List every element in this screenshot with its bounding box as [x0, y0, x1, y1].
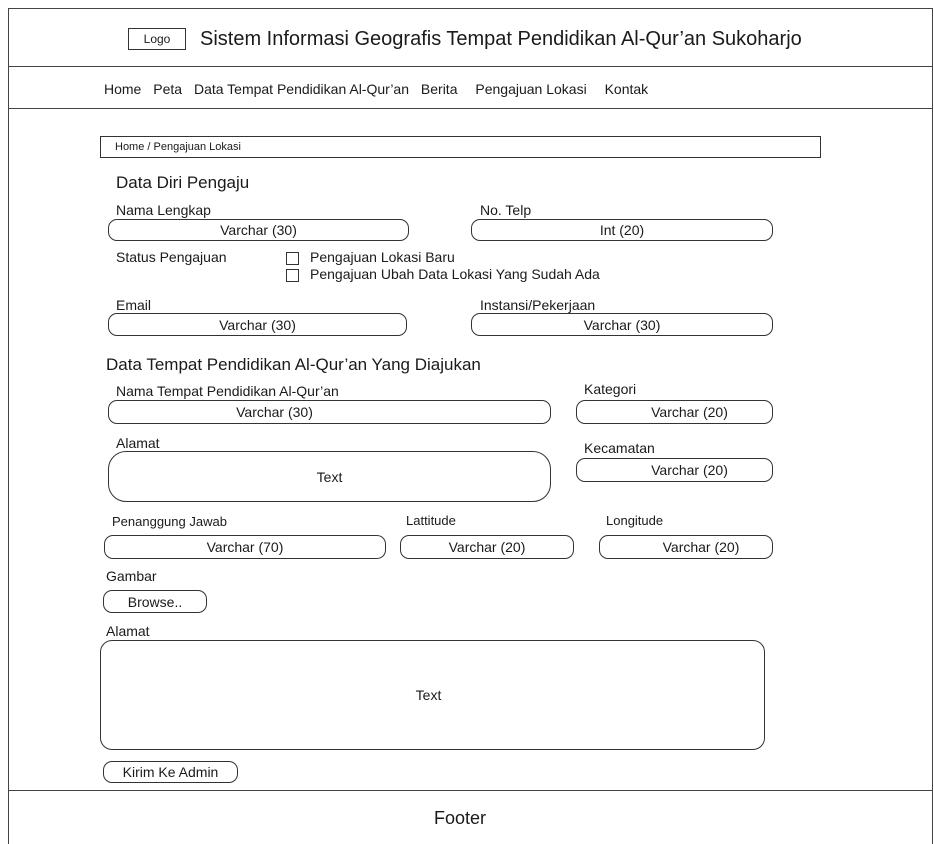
email-value: Varchar (30): [219, 316, 296, 333]
breadcrumb-text[interactable]: Home / Pengajuan Lokasi: [115, 141, 241, 153]
nav-pengajuan-lokasi[interactable]: Pengajuan Lokasi: [475, 81, 586, 97]
kategori-label: Kategori: [584, 381, 637, 397]
kecamatan-label: Kecamatan: [584, 440, 655, 456]
nav-divider: [8, 108, 933, 109]
nav-home[interactable]: Home: [104, 81, 141, 97]
penanggung-jawab-input[interactable]: Varchar (70): [104, 535, 386, 559]
status-pengajuan-label: Status Pengajuan: [116, 249, 227, 265]
no-telp-label: No. Telp: [480, 202, 532, 218]
kategori-select[interactable]: Varchar (20): [576, 400, 773, 424]
email-label: Email: [116, 297, 152, 313]
alamat2-value: Text: [415, 687, 442, 703]
kirim-ke-admin-button[interactable]: Kirim Ke Admin: [103, 761, 238, 783]
gambar-label: Gambar: [106, 568, 157, 584]
footer-divider: [8, 790, 933, 791]
nama-lengkap-label: Nama Lengkap: [116, 202, 211, 218]
kecamatan-value: Varchar (20): [651, 462, 728, 478]
page-title: Sistem Informasi Geografis Tempat Pendid…: [200, 28, 802, 50]
lattitude-label: Lattitude: [406, 513, 456, 528]
alamat-textarea[interactable]: Text: [108, 451, 551, 502]
alamat2-label: Alamat: [106, 623, 150, 639]
kecamatan-select[interactable]: Varchar (20): [576, 458, 773, 482]
longitude-label: Longitude: [606, 513, 664, 528]
instansi-label: Instansi/Pekerjaan: [480, 297, 596, 313]
email-input[interactable]: Varchar (30): [108, 313, 407, 336]
nama-tempat-label: Nama Tempat Pendidikan Al-Qur’an: [116, 383, 339, 399]
checkbox-lokasi-baru[interactable]: [286, 252, 299, 265]
nav-kontak[interactable]: Kontak: [605, 81, 649, 97]
footer-text: Footer: [434, 808, 487, 828]
breadcrumb: Home / Pengajuan Lokasi: [100, 136, 821, 158]
no-telp-input[interactable]: Int (20): [471, 219, 773, 241]
longitude-input[interactable]: Varchar (20): [599, 535, 773, 559]
header-divider: [8, 66, 933, 67]
nama-tempat-value: Varchar (30): [236, 404, 313, 420]
alamat-value: Text: [316, 468, 343, 485]
section-heading-data-tpa: Data Tempat Pendidikan Al-Qur’an Yang Di…: [106, 355, 481, 374]
section-heading-data-diri: Data Diri Pengaju: [116, 173, 250, 192]
alamat-label: Alamat: [116, 435, 160, 451]
kategori-value: Varchar (20): [651, 404, 728, 420]
nama-lengkap-value: Varchar (30): [220, 222, 297, 238]
browse-button-label: Browse..: [127, 593, 183, 610]
logo[interactable]: Logo: [128, 28, 186, 50]
nama-lengkap-input[interactable]: Varchar (30): [108, 219, 409, 241]
lattitude-input[interactable]: Varchar (20): [400, 535, 574, 559]
logo-text: Logo: [143, 32, 171, 46]
checkbox-ubah-data[interactable]: [286, 269, 299, 282]
browse-button[interactable]: Browse..: [103, 590, 207, 613]
instansi-value: Varchar (30): [583, 316, 661, 333]
alamat2-textarea[interactable]: Text: [100, 640, 765, 750]
option-lokasi-baru-label: Pengajuan Lokasi Baru: [310, 249, 455, 265]
nav-data-tpa[interactable]: Data Tempat Pendidikan Al-Qur’an: [194, 81, 409, 97]
kirim-ke-admin-label: Kirim Ke Admin: [122, 764, 219, 780]
lattitude-value: Varchar (20): [448, 539, 526, 555]
instansi-input[interactable]: Varchar (30): [471, 313, 773, 336]
nav-berita[interactable]: Berita: [421, 81, 458, 97]
main-nav: Home Peta Data Tempat Pendidikan Al-Qur’…: [104, 81, 656, 97]
penanggung-jawab-value: Varchar (70): [206, 539, 284, 555]
option-ubah-data-label: Pengajuan Ubah Data Lokasi Yang Sudah Ad…: [310, 266, 600, 282]
penanggung-jawab-label: Penanggung Jawab: [112, 514, 227, 529]
longitude-value: Varchar (20): [662, 539, 740, 555]
nav-peta[interactable]: Peta: [153, 81, 182, 97]
nama-tempat-input[interactable]: Varchar (30): [108, 400, 551, 424]
no-telp-value: Int (20): [599, 222, 645, 238]
